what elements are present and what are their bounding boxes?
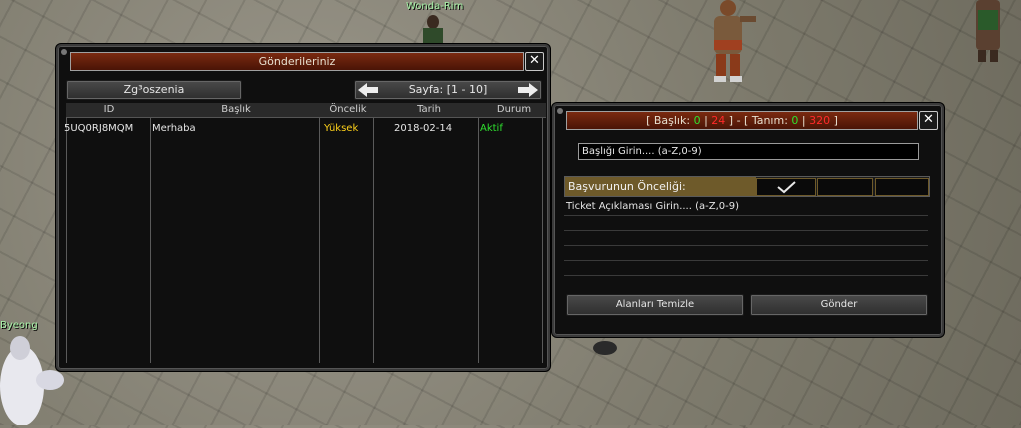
pagination-bar: Sayfa: [1 - 10] — [354, 80, 542, 100]
priority-option-high[interactable] — [756, 178, 816, 196]
submissions-title: Gönderileriniz — [70, 52, 524, 71]
npc-character[interactable] — [418, 14, 448, 46]
window-corner-knob — [557, 108, 563, 114]
column-header-date: Tarih — [417, 104, 441, 115]
priority-option-medium[interactable] — [817, 178, 873, 196]
tab-tickets[interactable]: Zg³oszenia — [66, 80, 242, 100]
page-next-icon[interactable] — [518, 83, 538, 103]
priority-option-low[interactable] — [875, 178, 929, 196]
column-header-title: Başlık — [221, 104, 251, 115]
priority-label: Başvurunun Önceliği: — [565, 177, 756, 196]
checkmark-icon — [777, 181, 796, 194]
cell-id: 5UQ0RJ8MQM — [64, 123, 134, 134]
page-prev-icon[interactable] — [358, 83, 378, 103]
submissions-window: Gönderileriniz ✕ Zg³oszenia Sayfa: [1 - … — [56, 44, 550, 371]
priority-row: Başvurunun Önceliği: — [564, 176, 930, 197]
header-close-bracket: ] — [833, 114, 838, 127]
header-title-label: [ Başlık: — [646, 114, 691, 127]
window-corner-knob — [61, 49, 67, 55]
close-icon[interactable]: ✕ — [525, 52, 544, 71]
description-line — [564, 260, 928, 261]
close-icon[interactable]: ✕ — [919, 111, 938, 130]
description-placeholder: Ticket Açıklaması Girin.... (a-Z,0-9) — [566, 201, 739, 212]
ticket-window: [ Başlık: 0 | 24 ] - [ Tanım: 0 | 320 ] … — [552, 103, 944, 337]
clear-fields-button[interactable]: Alanları Temizle — [566, 294, 744, 316]
table-header: ID Başlık Öncelik Tarih Durum — [66, 103, 546, 118]
description-line — [564, 275, 928, 276]
header-separator: | — [704, 114, 708, 127]
column-header-priority: Öncelik — [329, 104, 367, 115]
player-name-label: Byeong — [0, 320, 38, 331]
column-header-id: ID — [103, 104, 115, 115]
page-range-label: Sayfa: [1 - 10] — [408, 83, 488, 96]
column-divider — [542, 118, 543, 363]
ground-object — [592, 340, 618, 356]
npc-name-label: Wonda-Rim — [406, 1, 464, 12]
title-placeholder: Başlığı Girin.... (a-Z,0-9) — [582, 146, 702, 157]
description-line — [564, 230, 928, 231]
ticket-header: [ Başlık: 0 | 24 ] - [ Tanım: 0 | 320 ] — [566, 111, 918, 130]
column-divider — [319, 118, 320, 363]
warrior-character[interactable] — [968, 0, 1008, 64]
desc-char-max: 320 — [809, 114, 831, 127]
column-header-status: Durum — [496, 104, 532, 115]
header-desc-label: ] - [ Tanım: — [728, 114, 788, 127]
title-char-count: 0 — [693, 114, 701, 127]
header-separator: | — [801, 114, 806, 127]
cell-status: Aktif — [480, 123, 503, 134]
send-button[interactable]: Gönder — [750, 294, 928, 316]
column-divider — [373, 118, 374, 363]
title-char-max: 24 — [711, 114, 726, 127]
cell-priority: Yüksek — [324, 123, 359, 134]
title-field[interactable]: Başlığı Girin.... (a-Z,0-9) — [578, 143, 919, 160]
column-divider — [478, 118, 479, 363]
cell-date: 2018-02-14 — [394, 123, 453, 134]
monk-character[interactable] — [700, 0, 760, 90]
description-line — [564, 215, 928, 216]
table-body — [66, 118, 546, 363]
description-line — [564, 245, 928, 246]
cell-title: Merhaba — [152, 123, 196, 134]
column-divider — [150, 118, 151, 363]
description-field[interactable]: Ticket Açıklaması Girin.... (a-Z,0-9) — [564, 201, 928, 283]
desc-char-count: 0 — [791, 114, 799, 127]
column-divider — [66, 118, 67, 363]
